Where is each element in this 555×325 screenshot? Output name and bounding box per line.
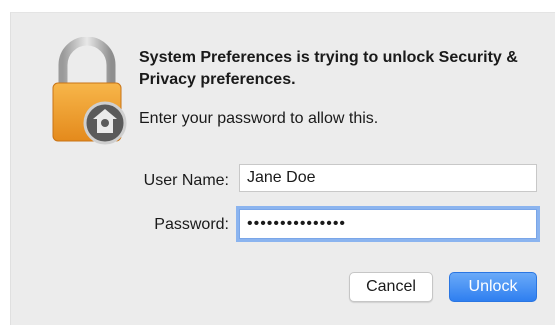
- username-field[interactable]: [239, 164, 537, 192]
- dialog-subtitle: Enter your password to allow this.: [139, 110, 379, 127]
- password-field[interactable]: [239, 209, 537, 239]
- cancel-button[interactable]: Cancel: [349, 272, 433, 302]
- authentication-dialog: System Preferences is trying to unlock S…: [10, 12, 555, 325]
- password-label: Password:: [154, 216, 229, 233]
- lock-icon: [49, 36, 129, 147]
- dialog-title: System Preferences is trying to unlock S…: [139, 49, 518, 88]
- unlock-button[interactable]: Unlock: [449, 272, 537, 302]
- username-label: User Name:: [143, 172, 229, 189]
